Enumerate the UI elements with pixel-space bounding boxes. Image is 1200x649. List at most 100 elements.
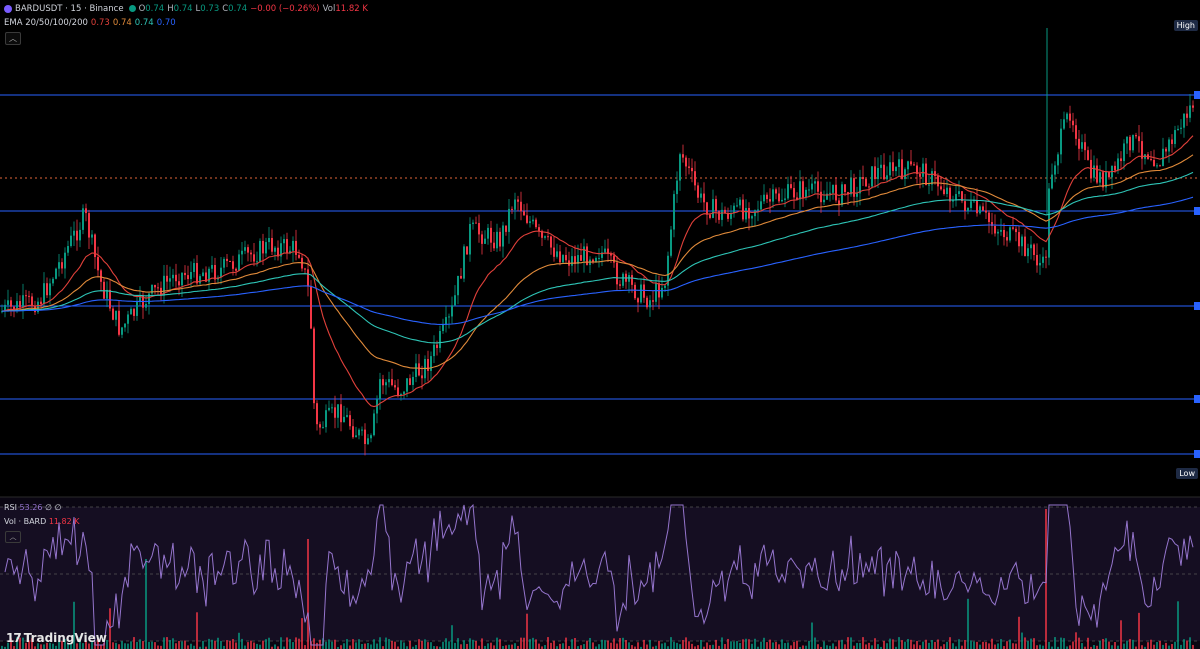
candle-body bbox=[1081, 142, 1083, 149]
candle-body bbox=[136, 300, 138, 316]
candle-body bbox=[55, 268, 57, 279]
volume-bar bbox=[1000, 639, 1002, 649]
volume-bar bbox=[661, 643, 663, 649]
candle-body bbox=[268, 238, 270, 243]
volume-bar bbox=[883, 640, 885, 649]
candle-body bbox=[787, 184, 789, 199]
volume-bar bbox=[1129, 639, 1131, 649]
volume-bar bbox=[118, 644, 120, 649]
volume-bar bbox=[157, 645, 159, 649]
candle-body bbox=[976, 199, 978, 214]
volume-bar bbox=[148, 641, 150, 649]
candle-body bbox=[526, 215, 528, 223]
candle-body bbox=[130, 308, 132, 315]
chart-area[interactable] bbox=[0, 0, 1200, 649]
candle-body bbox=[286, 239, 288, 254]
volume-bar bbox=[544, 645, 546, 649]
volume-bar bbox=[454, 642, 456, 649]
volume-bar bbox=[256, 643, 258, 649]
pane-collapse-button[interactable]: ︿ bbox=[5, 531, 21, 543]
volume-bar bbox=[226, 640, 228, 649]
tradingview-logo[interactable]: 𝟭𝟳 TradingView bbox=[6, 631, 107, 645]
volume-bar bbox=[1117, 645, 1119, 649]
candle-body bbox=[571, 256, 573, 266]
candle-body bbox=[157, 287, 159, 289]
rsi-value: 53.26 bbox=[19, 503, 43, 512]
volume-bar bbox=[979, 644, 981, 649]
volume-bar bbox=[889, 638, 891, 649]
volume-bar bbox=[811, 622, 813, 649]
volume-bar bbox=[367, 643, 369, 649]
volume-bar bbox=[754, 638, 756, 649]
candle-body bbox=[262, 240, 264, 254]
candle-body bbox=[904, 169, 906, 179]
symbol-label[interactable]: BARDUSDT · 15 · Binance bbox=[15, 4, 124, 14]
volume-bar bbox=[1168, 645, 1170, 649]
volume-bar bbox=[622, 637, 624, 649]
volume-bar bbox=[301, 618, 303, 649]
volume-bar bbox=[1189, 637, 1191, 649]
volume-bar bbox=[991, 638, 993, 649]
volume-bar bbox=[316, 642, 318, 649]
volume-bar bbox=[856, 642, 858, 649]
candle-body bbox=[412, 376, 414, 385]
volume-bar bbox=[928, 642, 930, 649]
volume-bar bbox=[688, 641, 690, 649]
candle-body bbox=[520, 201, 522, 212]
volume-bar bbox=[613, 638, 615, 649]
ema-label: EMA 20/50/100/200 bbox=[4, 18, 88, 28]
candle-body bbox=[562, 254, 564, 263]
volume-bar bbox=[1036, 645, 1038, 649]
volume-bar bbox=[1192, 644, 1194, 649]
candle-body bbox=[874, 166, 876, 180]
volume-bar bbox=[760, 641, 762, 649]
candle-body bbox=[319, 424, 321, 428]
volume-bar bbox=[1102, 638, 1104, 649]
volume-bar bbox=[130, 641, 132, 649]
volume-bar bbox=[490, 642, 492, 649]
candle-body bbox=[1060, 128, 1062, 155]
volume-bar bbox=[808, 640, 810, 649]
candle-body bbox=[691, 167, 693, 172]
candle-body bbox=[1174, 130, 1176, 144]
volume-legend[interactable]: Vol · BARD 11.82 K bbox=[4, 517, 80, 526]
volume-bar bbox=[409, 640, 411, 649]
rsi-legend[interactable]: RSI 53.26 ∅ ∅ bbox=[4, 503, 61, 512]
candle-body bbox=[220, 267, 222, 278]
volume-bar bbox=[964, 639, 966, 649]
high-label: H bbox=[167, 4, 174, 14]
ema-legend[interactable]: EMA 20/50/100/200 0.73 0.74 0.74 0.70 bbox=[4, 18, 179, 28]
volume-value: 11.82 K bbox=[48, 517, 80, 526]
volume-bar bbox=[295, 637, 297, 649]
volume-bar bbox=[124, 643, 126, 649]
candle-body bbox=[109, 289, 111, 309]
candle-body bbox=[1096, 165, 1098, 183]
candle-body bbox=[559, 251, 561, 263]
candle-body bbox=[958, 191, 960, 195]
volume-bar bbox=[196, 612, 198, 649]
candle-body bbox=[10, 300, 12, 307]
candle-body bbox=[43, 283, 45, 305]
candle-body bbox=[415, 363, 417, 377]
volume-bar bbox=[331, 641, 333, 649]
candle-body bbox=[556, 251, 558, 257]
volume-bar bbox=[145, 559, 147, 649]
volume-bar bbox=[232, 639, 234, 649]
legend-collapse-button[interactable]: ︿ bbox=[5, 32, 21, 45]
candle-body bbox=[1057, 154, 1059, 166]
high-value: 0.74 bbox=[173, 4, 193, 14]
candle-body bbox=[448, 316, 450, 318]
volume-bar bbox=[289, 639, 291, 649]
candle-body bbox=[634, 284, 636, 299]
price-chart-svg[interactable] bbox=[0, 0, 1200, 649]
ema50-line bbox=[1, 154, 1194, 370]
volume-bar bbox=[1099, 640, 1101, 649]
candle-body bbox=[475, 222, 477, 224]
candle-body bbox=[379, 379, 381, 400]
volume-bar bbox=[1174, 641, 1176, 649]
volume-bar bbox=[949, 637, 951, 649]
volume-bar bbox=[376, 643, 378, 649]
candle-body bbox=[1135, 135, 1137, 137]
candle-body bbox=[391, 379, 393, 386]
close-value: 0.74 bbox=[228, 4, 248, 14]
